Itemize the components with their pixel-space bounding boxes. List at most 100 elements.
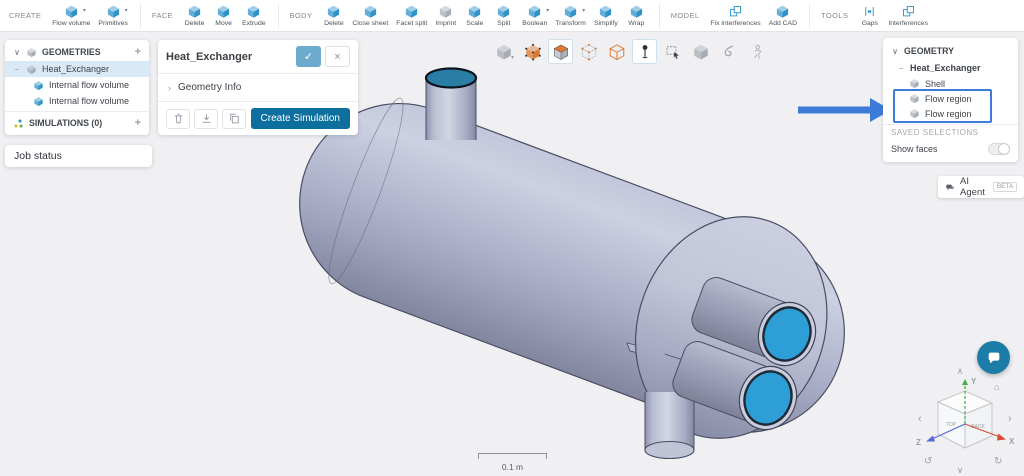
navigation-cube-widget[interactable]: ∧ ⌂ TOP BACK Y Z X ‹ › ↺: [910, 362, 1018, 476]
collapse-icon: −: [13, 65, 21, 74]
expand-icon: ›: [168, 83, 171, 93]
collapse-icon: −: [897, 64, 905, 73]
viewport-3d[interactable]: ∨ GEOMETRIES + − Heat_Exchanger Internal…: [0, 32, 1024, 476]
geometry-name: Heat_Exchanger: [42, 64, 109, 74]
tool-primitives[interactable]: ▾ Primitives: [94, 3, 131, 28]
tool-label: Fix interferences: [710, 20, 760, 27]
trash-icon: [172, 112, 185, 125]
rotate-left-view-button[interactable]: ‹: [918, 413, 922, 425]
duplicate-button[interactable]: [222, 109, 246, 129]
tool-label: Delete: [185, 20, 205, 27]
roll-ccw-button[interactable]: ↺: [924, 456, 932, 467]
show-faces-toggle[interactable]: [988, 143, 1010, 155]
inlet-face[interactable]: [426, 69, 476, 88]
probe-point-button[interactable]: [632, 39, 657, 64]
person-view-button[interactable]: [744, 39, 769, 64]
tool-interferences[interactable]: Interferences: [884, 3, 932, 28]
tree-item-flow-region-1[interactable]: Flow region: [883, 91, 1018, 106]
vertex-select-button[interactable]: [520, 39, 545, 64]
tool-label: Gaps: [862, 20, 878, 27]
edge-select-button[interactable]: [576, 39, 601, 64]
tool-add-cad[interactable]: Add CAD: [765, 3, 801, 28]
tool-fix-interferences[interactable]: Fix interferences: [706, 3, 764, 28]
geometry-info-section[interactable]: › Geometry Info: [158, 74, 358, 102]
tool-label: Close sheet: [352, 20, 388, 27]
download-button[interactable]: [194, 109, 218, 129]
home-view-icon[interactable]: ⌂: [994, 382, 999, 392]
create-simulation-button[interactable]: Create Simulation: [251, 108, 350, 129]
tool-facet-split[interactable]: Facet split: [392, 3, 431, 28]
rotate-right-view-button[interactable]: ›: [1008, 413, 1012, 425]
top-port[interactable]: [426, 69, 476, 141]
tree-item-shell[interactable]: Shell: [883, 76, 1018, 91]
saved-selections-header: SAVED SELECTIONS: [883, 124, 1018, 140]
tool-face-move[interactable]: Move: [209, 3, 238, 28]
hide-body-button[interactable]: [688, 39, 713, 64]
tool-close-sheet[interactable]: Close sheet: [348, 3, 392, 28]
tilt-down-button[interactable]: ∨: [957, 465, 964, 475]
geometry-panel-header[interactable]: ∨ GEOMETRY: [883, 42, 1018, 60]
section-label-create: CREATE: [9, 11, 41, 20]
tree-item-flow-region-2[interactable]: Flow region: [883, 106, 1018, 121]
tool-scale[interactable]: Scale: [460, 3, 489, 28]
body-select-button[interactable]: [604, 39, 629, 64]
tilt-up-button[interactable]: ∧: [957, 366, 964, 376]
tool-flow-volume[interactable]: ▾ Flow volume: [48, 3, 94, 28]
toolbar-section-face: FACE Delete Move Extrude: [149, 0, 270, 31]
roll-cw-button[interactable]: ↻: [994, 456, 1002, 467]
tool-body-delete[interactable]: Delete: [319, 3, 348, 28]
delete-button[interactable]: [166, 109, 190, 129]
primitives-icon: ▾: [106, 4, 121, 19]
tool-simplify[interactable]: Simplify: [590, 3, 622, 28]
nav-cube[interactable]: TOP BACK: [938, 391, 992, 448]
tool-face-extrude[interactable]: Extrude: [238, 3, 269, 28]
tool-wrap[interactable]: Wrap: [622, 3, 651, 28]
tool-label: Transform: [555, 20, 586, 27]
tool-label: Split: [497, 20, 510, 27]
geometry-dialog: Heat_Exchanger ✓ × › Geometry Info Creat…: [158, 40, 358, 135]
job-status-panel[interactable]: Job status: [5, 145, 152, 167]
tree-item-internal-flow-volume-1[interactable]: Internal flow volume: [5, 77, 149, 93]
check-icon: ✓: [304, 50, 313, 63]
geometry-root-label: Heat_Exchanger: [910, 63, 981, 73]
flow-volume-name: Internal flow volume: [49, 96, 129, 106]
tool-imprint[interactable]: Imprint: [431, 3, 460, 28]
confirm-button[interactable]: ✓: [296, 46, 321, 67]
ai-agent-label: AI Agent: [960, 176, 988, 198]
edge-select-icon: [580, 43, 598, 61]
face-select-button[interactable]: [548, 39, 573, 64]
tool-gaps[interactable]: Gaps: [855, 3, 884, 28]
tree-item-heat-exchanger-right[interactable]: − Heat_Exchanger: [883, 60, 1018, 76]
tree-item-heat-exchanger[interactable]: − Heat_Exchanger: [5, 61, 149, 77]
tool-transform[interactable]: ▾ Transform: [551, 3, 590, 28]
face-move-icon: [216, 4, 231, 19]
chevron-down-icon: ∨: [891, 47, 899, 56]
bottom-port[interactable]: [645, 392, 694, 459]
tool-label: Interferences: [888, 20, 928, 27]
box-select-button[interactable]: [660, 39, 685, 64]
dialog-footer: Create Simulation: [158, 102, 358, 135]
close-button[interactable]: ×: [325, 46, 350, 67]
simulations-header[interactable]: SIMULATIONS (0) +: [5, 114, 149, 132]
tool-boolean[interactable]: ▾ Boolean: [518, 3, 551, 28]
add-geometry-button[interactable]: +: [135, 47, 141, 58]
section-label-tools: TOOLS: [821, 11, 848, 20]
tool-split[interactable]: Split: [489, 3, 518, 28]
tool-face-delete[interactable]: Delete: [180, 3, 209, 28]
geometry-panel: ∨ GEOMETRY − Heat_Exchanger Shell Flow r…: [883, 38, 1018, 162]
geometry-icon: [26, 64, 37, 75]
toolbar-section-body: BODY Delete Close sheet Facet split Impr…: [287, 0, 651, 31]
section-label-model: MODEL: [671, 11, 700, 20]
add-simulation-button[interactable]: +: [135, 118, 141, 129]
toolbar-section-create: CREATE ▾ Flow volume ▾ Primitives: [6, 0, 132, 31]
dropdown-caret-icon: ▾: [83, 8, 86, 14]
dialog-title: Heat_Exchanger: [166, 51, 296, 63]
select-mode-button[interactable]: ▾: [492, 39, 517, 64]
wrap-icon: [629, 4, 644, 19]
ai-agent-button[interactable]: AI Agent BETA: [938, 176, 1024, 198]
geometries-header[interactable]: ∨ GEOMETRIES +: [5, 43, 149, 61]
cube-face-label-left: TOP: [946, 422, 957, 428]
face-select-icon: [552, 43, 570, 61]
tree-item-internal-flow-volume-2[interactable]: Internal flow volume: [5, 93, 149, 109]
lasso-select-button[interactable]: [716, 39, 741, 64]
